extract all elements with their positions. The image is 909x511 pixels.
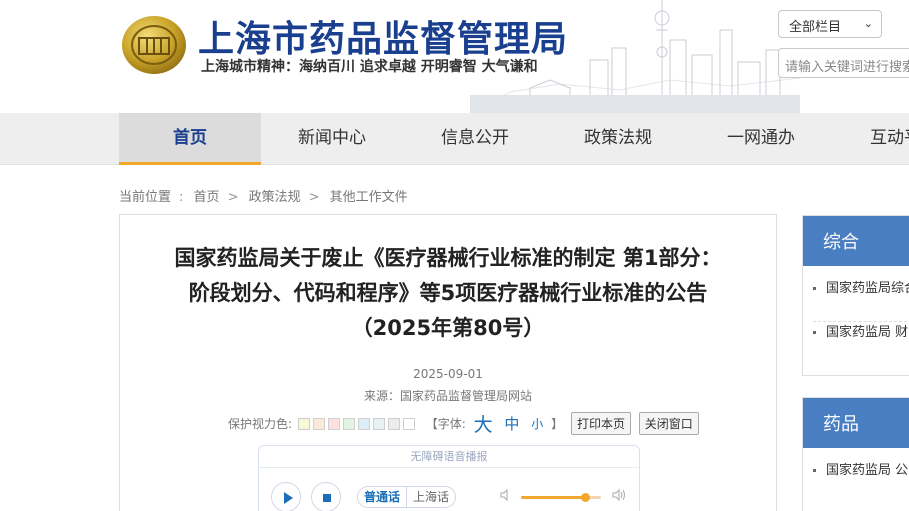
nav-item-home[interactable]: 首页 — [119, 113, 261, 165]
sidebar-panel-drugs: 药品 国家药监局 公 — [802, 397, 909, 511]
breadcrumb-colon: : — [179, 190, 184, 205]
breadcrumb-policy[interactable]: 政策法规 — [249, 190, 301, 205]
breadcrumb: 当前位置: 首页 > 政策法规 > 其他工作文件 — [119, 186, 412, 205]
sidebar-link-text: 国家药监局 财 — [826, 325, 909, 340]
search-scope-select[interactable]: 全部栏目 ⌄ — [778, 10, 882, 38]
eye-care-swatches — [297, 417, 418, 431]
eye-care-label: 保护视力色: — [228, 417, 293, 431]
sidebar-list-drugs: 国家药监局 公 — [803, 448, 909, 504]
stop-button[interactable] — [311, 482, 341, 511]
breadcrumb-separator: > — [227, 190, 239, 205]
site-title: 上海市药品监督管理局 — [198, 19, 569, 60]
sidebar-link[interactable]: 国家药监局 公 — [813, 460, 909, 504]
breadcrumb-label: 当前位置 — [119, 190, 172, 205]
eye-care-swatch[interactable] — [372, 418, 385, 430]
volume-high-icon — [612, 488, 625, 502]
article-panel: 国家药监局关于废止《医疗器械行业标准的制定 第1部分： 阶段划分、代码和程序》等… — [119, 214, 777, 511]
breadcrumb-other-docs[interactable]: 其他工作文件 — [330, 190, 408, 205]
sidebar-link-text: 国家药监局综合 — [826, 281, 909, 296]
search-scope-value: 全部栏目 — [789, 20, 842, 35]
nav-item-online-service[interactable]: 一网通办 — [690, 113, 832, 165]
audio-player: 无障碍语音播报 普通话 上海话 — [258, 445, 640, 511]
main-nav: 首页 新闻中心 信息公开 政策法规 一网通办 互动平台 — [0, 113, 909, 165]
sidebar-panel-general: 综合 国家药监局综合 国家药监局 财 — [802, 215, 909, 376]
volume-slider-handle[interactable] — [581, 493, 590, 502]
dialect-shanghainese-option[interactable]: 上海话 — [406, 487, 455, 507]
play-button[interactable] — [271, 482, 301, 511]
breadcrumb-home[interactable]: 首页 — [194, 190, 220, 205]
player-title: 无障碍语音播报 — [259, 446, 639, 468]
sidebar-link-text: 国家药监局 公 — [826, 463, 909, 478]
eye-care-swatch[interactable] — [327, 418, 340, 430]
article-title: 国家药监局关于废止《医疗器械行业标准的制定 第1部分： 阶段划分、代码和程序》等… — [120, 241, 776, 346]
article-title-line: 阶段划分、代码和程序》等5项医疗器械行业标准的公告 — [188, 281, 708, 305]
search-input[interactable]: 请输入关键词进行搜索 — [778, 48, 909, 78]
nav-item-info-disclosure[interactable]: 信息公开 — [404, 113, 546, 165]
nav-item-interaction[interactable]: 互动平台 — [833, 113, 909, 165]
font-size-medium-button[interactable]: 中 — [504, 413, 519, 434]
print-page-button[interactable]: 打印本页 — [570, 412, 631, 435]
shanghai-fda-emblem — [122, 16, 186, 74]
search-placeholder: 请输入关键词进行搜索 — [785, 60, 909, 75]
eye-care-swatch[interactable] — [297, 418, 310, 430]
volume-low-icon — [500, 488, 508, 502]
chevron-down-icon: ⌄ — [863, 17, 873, 30]
breadcrumb-separator: > — [308, 190, 320, 205]
article-tools: 保护视力色: 【字体: 大 中 小 】 打印本页 关闭窗口 — [228, 410, 699, 437]
sidebar-heading-general: 综合 — [803, 216, 909, 266]
eye-care-swatch[interactable] — [387, 418, 400, 430]
bullet-icon — [813, 469, 816, 472]
eye-care-swatch[interactable] — [342, 418, 355, 430]
bullet-icon — [813, 331, 816, 334]
volume-slider-fill — [521, 496, 585, 499]
sidebar-heading-drugs: 药品 — [803, 398, 909, 448]
site-motto: 上海城市精神：海纳百川 追求卓越 开明睿智 大气谦和 — [201, 59, 538, 75]
article-title-line: （2025年第80号） — [351, 316, 545, 340]
font-size-large-button[interactable]: 大 — [474, 410, 493, 437]
eye-care-swatch[interactable] — [402, 418, 415, 430]
nav-item-news[interactable]: 新闻中心 — [261, 113, 403, 165]
sidebar-link[interactable]: 国家药监局 财 — [813, 322, 909, 366]
stop-icon — [323, 494, 331, 502]
play-icon — [284, 492, 293, 504]
article-date: 2025-09-01 — [413, 367, 483, 381]
sidebar-list-general: 国家药监局综合 国家药监局 财 — [803, 266, 909, 366]
nav-item-policy[interactable]: 政策法规 — [547, 113, 689, 165]
dialect-mandarin-option[interactable]: 普通话 — [358, 487, 406, 507]
dialect-toggle: 普通话 上海话 — [357, 486, 457, 508]
site-header: 上海市药品监督管理局 上海城市精神：海纳百川 追求卓越 开明睿智 大气谦和 全部… — [0, 0, 909, 113]
article-source: 来源：国家药品监督管理局网站 — [363, 389, 532, 403]
font-size-small-button[interactable]: 小 — [531, 415, 543, 432]
eye-care-swatch[interactable] — [312, 418, 325, 430]
volume-slider[interactable] — [521, 493, 601, 502]
eye-care-swatch[interactable] — [357, 418, 370, 430]
font-size-suffix: 】 — [551, 417, 564, 431]
article-title-line: 国家药监局关于废止《医疗器械行业标准的制定 第1部分： — [174, 246, 722, 270]
sidebar-link[interactable]: 国家药监局综合 — [813, 278, 909, 322]
bullet-icon — [813, 287, 816, 290]
close-window-button[interactable]: 关闭窗口 — [638, 412, 699, 435]
font-size-prefix: 【字体: — [425, 417, 466, 431]
